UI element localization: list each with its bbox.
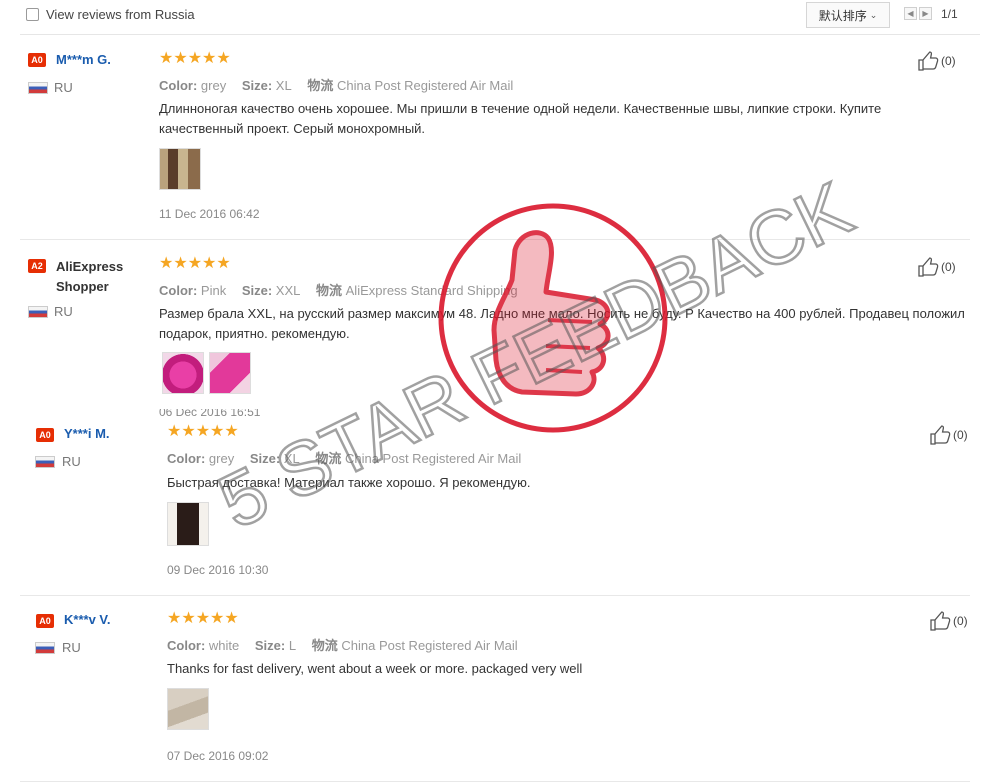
russia-flag-icon	[35, 642, 55, 654]
rating-stars: ★★★★★	[159, 50, 231, 67]
reviewer-country: RU	[54, 80, 73, 95]
buyer-level-badge: A0	[36, 428, 54, 442]
sort-dropdown[interactable]: 默认排序 ⌄	[806, 2, 890, 28]
review-date: 06 Dec 2016 16:51	[159, 409, 261, 416]
divider	[20, 34, 980, 35]
sort-label: 默认排序	[818, 8, 867, 23]
size-value: XL	[275, 78, 292, 93]
helpful-count: (0)	[953, 614, 968, 628]
buyer-level-badge: A0	[28, 53, 46, 67]
helpful-button[interactable]: (0)	[917, 51, 956, 71]
divider	[20, 595, 970, 596]
helpful-button[interactable]: (0)	[917, 257, 956, 277]
color-value: white	[208, 638, 240, 653]
order-attributes: Color: Pink Size: XXL 物流 AliExpress Stan…	[159, 280, 518, 299]
review-text: Размер брала XXL, на русский размер макс…	[159, 306, 965, 341]
color-value: grey	[200, 78, 227, 93]
russia-flag-icon	[35, 456, 55, 468]
russia-filter-checkbox[interactable]	[26, 8, 39, 21]
shipping-value: China Post Registered Air Mail	[344, 451, 522, 466]
shipping-key: 物流	[311, 638, 338, 653]
size-key: Size:	[241, 78, 273, 93]
russia-filter-label[interactable]: View reviews from Russia	[46, 7, 195, 22]
reviewer-name[interactable]: K***v V.	[64, 612, 111, 627]
helpful-button[interactable]: (0)	[929, 425, 968, 445]
rating-stars: ★★★★★	[167, 610, 239, 627]
size-value: XXL	[275, 283, 301, 298]
helpful-button[interactable]: (0)	[929, 611, 968, 631]
reviewer-country: RU	[54, 304, 73, 319]
chevron-down-icon: ⌄	[869, 9, 878, 20]
divider	[20, 781, 970, 782]
review-photo[interactable]	[159, 148, 201, 190]
pager: ◀ ▶	[904, 7, 932, 20]
review-toolbar: View reviews from Russia 默认排序 ⌄ ◀ ▶ 1/1	[0, 0, 1000, 32]
order-attributes: Color: white Size: L 物流 China Post Regis…	[167, 635, 518, 654]
review-text: Thanks for fast delivery, went about a w…	[167, 661, 583, 676]
thumbs-up-icon	[918, 51, 939, 71]
review-text: Быстрая доставка! Материал также хорошо.…	[167, 475, 531, 490]
color-key: Color:	[167, 638, 206, 653]
order-attributes: Color: grey Size: XL 物流 China Post Regis…	[167, 448, 521, 467]
shipping-key: 物流	[307, 78, 334, 93]
review-date: 07 Dec 2016 09:02	[167, 749, 269, 763]
review-date: 11 Dec 2016 06:42	[159, 207, 260, 221]
thumbs-up-icon	[918, 257, 939, 277]
size-key: Size:	[249, 451, 281, 466]
color-key: Color:	[159, 283, 198, 298]
rating-stars: ★★★★★	[167, 423, 239, 440]
russia-flag-icon	[28, 306, 48, 318]
reviewer-country: RU	[62, 640, 81, 655]
next-page-button[interactable]: ▶	[919, 7, 932, 20]
page-count: 1/1	[941, 7, 958, 21]
size-key: Size:	[241, 283, 273, 298]
reviewer-name[interactable]: AliExpress Shopper	[56, 257, 142, 297]
shipping-value: China Post Registered Air Mail	[341, 638, 518, 653]
size-key: Size:	[254, 638, 286, 653]
helpful-count: (0)	[941, 260, 956, 274]
review-photo[interactable]	[167, 688, 209, 730]
shipping-key: 物流	[316, 283, 343, 298]
helpful-count: (0)	[941, 54, 956, 68]
thumbs-up-icon	[930, 425, 951, 445]
review-photo[interactable]	[209, 352, 251, 394]
color-value: Pink	[200, 283, 227, 298]
color-key: Color:	[159, 78, 198, 93]
review-photo[interactable]	[162, 352, 204, 394]
divider	[20, 239, 970, 240]
size-value: XL	[283, 451, 300, 466]
thumbs-up-icon	[930, 611, 951, 631]
review-photo[interactable]	[167, 502, 209, 546]
review-text: Длинноногая качество очень хорошее. Мы п…	[159, 101, 882, 136]
reviewer-name[interactable]: M***m G.	[56, 52, 111, 67]
shipping-key: 物流	[315, 451, 342, 466]
helpful-count: (0)	[953, 428, 968, 442]
order-attributes: Color: grey Size: XL 物流 China Post Regis…	[159, 75, 513, 94]
color-key: Color:	[167, 451, 206, 466]
buyer-level-badge: A2	[28, 259, 46, 273]
buyer-level-badge: A0	[36, 614, 54, 628]
reviewer-country: RU	[62, 454, 81, 469]
shipping-value: China Post Registered Air Mail	[336, 78, 514, 93]
reviewer-name[interactable]: Y***i M.	[64, 426, 110, 441]
size-value: L	[288, 638, 297, 653]
rating-stars: ★★★★★	[159, 255, 231, 272]
color-value: grey	[208, 451, 235, 466]
prev-page-button[interactable]: ◀	[904, 7, 917, 20]
review-date: 09 Dec 2016 10:30	[167, 563, 269, 577]
shipping-value: AliExpress Standard Shipping	[345, 283, 518, 298]
russia-flag-icon	[28, 82, 48, 94]
